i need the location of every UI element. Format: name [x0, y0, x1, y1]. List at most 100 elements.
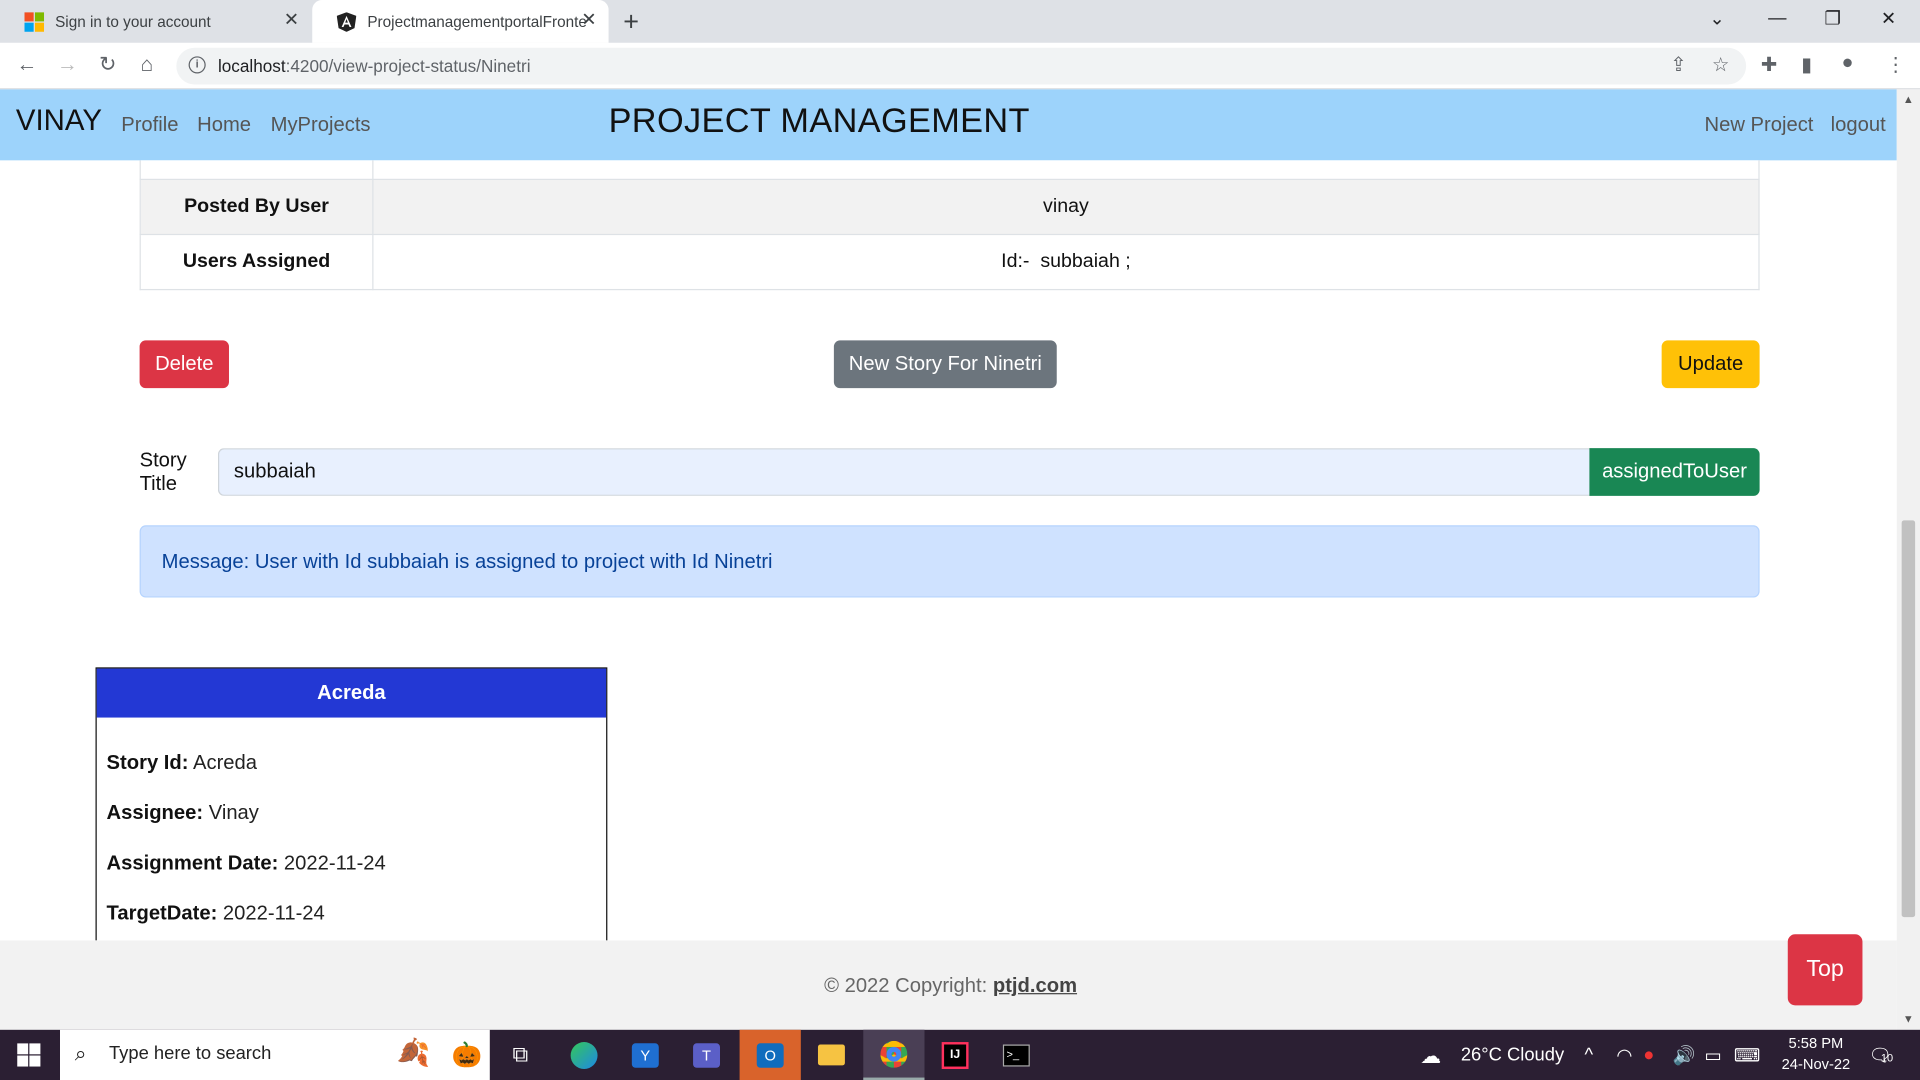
- home-icon[interactable]: ⌂: [133, 53, 160, 77]
- forward-icon[interactable]: →: [54, 53, 81, 77]
- microsoft-logo-icon: [24, 11, 45, 32]
- nav-myprojects[interactable]: MyProjects: [271, 114, 371, 137]
- chevron-up-icon[interactable]: ^: [1585, 1044, 1594, 1065]
- field-value: Acreda: [192, 751, 258, 774]
- table-row: [139, 160, 1760, 181]
- menu-icon[interactable]: ⋮: [1886, 53, 1906, 77]
- browser-tabstrip: Sign in to your account ✕ Projectmanagem…: [0, 0, 1920, 43]
- update-button[interactable]: Update: [1661, 340, 1760, 389]
- keyboard-icon[interactable]: ⌨: [1734, 1044, 1761, 1067]
- minimize-icon[interactable]: —: [1768, 7, 1786, 28]
- field-label: TargetDate:: [106, 902, 218, 925]
- story-field: Assignee: Vinay: [107, 802, 259, 825]
- restore-icon[interactable]: ❐: [1825, 7, 1841, 30]
- table-row: Users Assigned Id:- subbaiah ;: [139, 233, 1760, 291]
- address-bar[interactable]: i localhost:4200/view-project-status/Nin…: [176, 47, 1747, 85]
- assign-to-user-button[interactable]: assignedToUser: [1589, 448, 1760, 496]
- browser-tab-signin[interactable]: Sign in to your account ✕: [0, 0, 311, 43]
- url-text: localhost:4200/view-project-status/Ninet…: [218, 56, 531, 76]
- scroll-down-icon[interactable]: ▼: [1903, 1013, 1914, 1025]
- search-placeholder: Type here to search: [108, 1043, 272, 1065]
- battery-icon[interactable]: ▭: [1705, 1044, 1722, 1067]
- tab-title: ProjectmanagementportalFronte: [367, 12, 587, 31]
- row-value: vinay: [372, 178, 1760, 236]
- label-line: Title: [139, 472, 178, 495]
- story-title-label: Story Title: [140, 449, 187, 496]
- label-line: Story: [139, 449, 187, 472]
- brand[interactable]: VINAY: [16, 104, 102, 138]
- page-title: PROJECT MANAGEMENT: [608, 101, 1030, 140]
- autumn-leaves-icon: 🍂: [396, 1037, 431, 1068]
- clock-time: 5:58 PM: [1788, 1034, 1844, 1052]
- nav-home[interactable]: Home: [197, 114, 251, 137]
- edge-icon[interactable]: [553, 1030, 614, 1080]
- clock-date: 24-Nov-22: [1781, 1055, 1851, 1073]
- windows-taskbar: ⌕ Type here to search 🍂 🎃 ⧉ Y T O IJ >_ …: [0, 1029, 1920, 1080]
- cloud-icon: ☁: [1420, 1044, 1442, 1068]
- row-value: Id:- subbaiah ;: [372, 233, 1760, 291]
- task-view-icon[interactable]: ⧉: [490, 1030, 551, 1080]
- project-details-table: Posted By User vinay Users Assigned Id:-…: [139, 160, 1760, 291]
- story-field: TargetDate: 2022-11-24: [107, 902, 325, 925]
- nav-profile[interactable]: Profile: [121, 114, 178, 137]
- reload-icon[interactable]: ↻: [94, 53, 121, 77]
- row-label: Users Assigned: [139, 233, 374, 291]
- scroll-up-icon[interactable]: ▲: [1903, 93, 1914, 105]
- wifi-icon[interactable]: ◠: [1616, 1044, 1632, 1067]
- teams-icon[interactable]: T: [676, 1030, 737, 1080]
- extensions-icon[interactable]: ✚: [1761, 53, 1777, 77]
- table-row: Posted By User vinay: [139, 178, 1760, 236]
- footer-link[interactable]: ptjd.com: [993, 975, 1077, 997]
- field-label: Assignment Date:: [106, 852, 279, 875]
- tab-title: Sign in to your account: [55, 12, 211, 31]
- volume-icon[interactable]: 🔊: [1673, 1044, 1696, 1067]
- scroll-top-button[interactable]: Top: [1787, 934, 1863, 1006]
- page-scrollbar[interactable]: ▲ ▼: [1896, 89, 1920, 1030]
- scrollbar-thumb[interactable]: [1901, 520, 1916, 918]
- nav-new-project[interactable]: New Project: [1705, 114, 1814, 137]
- url-path: :4200/view-project-status/Ninetri: [285, 56, 531, 76]
- intellij-icon[interactable]: IJ: [924, 1030, 985, 1080]
- tab-search-icon[interactable]: ⌄: [1709, 7, 1724, 30]
- back-icon[interactable]: ←: [13, 53, 40, 77]
- security-alert-icon[interactable]: ●: [1643, 1044, 1654, 1065]
- pumpkin-icon: 🎃: [451, 1042, 483, 1069]
- profile-icon[interactable]: ●: [1842, 53, 1854, 75]
- chrome-icon[interactable]: [863, 1029, 925, 1080]
- share-icon[interactable]: ⇪: [1670, 53, 1686, 77]
- story-title-input[interactable]: [217, 448, 1592, 496]
- story-field: Assignment Date: 2022-11-24: [107, 852, 386, 875]
- outlook-icon[interactable]: O: [739, 1029, 801, 1080]
- yammer-icon[interactable]: Y: [615, 1030, 676, 1080]
- close-tab-icon[interactable]: ✕: [282, 10, 302, 31]
- browser-tab-app[interactable]: ProjectmanagementportalFronte ✕: [312, 0, 609, 43]
- search-icon: ⌕: [74, 1042, 87, 1066]
- app-navbar: VINAY Profile Home MyProjects PROJECT MA…: [0, 89, 1897, 161]
- field-value: Vinay: [208, 802, 259, 825]
- close-window-icon[interactable]: ✕: [1881, 7, 1896, 30]
- nav-logout[interactable]: logout: [1831, 114, 1886, 137]
- close-tab-icon[interactable]: ✕: [579, 10, 599, 31]
- delete-button[interactable]: Delete: [139, 340, 229, 389]
- copyright-text: © 2022 Copyright:: [824, 974, 988, 997]
- taskbar-search[interactable]: ⌕ Type here to search 🍂 🎃: [60, 1029, 490, 1080]
- windows-start-icon[interactable]: [17, 1043, 41, 1067]
- copyright: © 2022 Copyright: ptjd.com: [824, 975, 1077, 998]
- file-explorer-icon[interactable]: [801, 1030, 862, 1080]
- notifications-icon[interactable]: 🗨 10: [1869, 1044, 1894, 1067]
- main-content: Posted By User vinay Users Assigned Id:-…: [0, 160, 1897, 941]
- notification-count: 10: [1880, 1051, 1894, 1065]
- bookmark-star-icon[interactable]: ☆: [1712, 53, 1730, 77]
- site-info-icon[interactable]: i: [188, 56, 206, 74]
- url-host: localhost: [217, 56, 286, 76]
- story-field: Story Id: Acreda: [107, 752, 257, 775]
- new-tab-icon[interactable]: +: [623, 6, 639, 38]
- terminal-icon[interactable]: >_: [986, 1030, 1047, 1080]
- row-label: Posted By User: [139, 178, 374, 236]
- new-story-button[interactable]: New Story For Ninetri: [833, 340, 1057, 389]
- weather-text[interactable]: 26°C Cloudy: [1461, 1044, 1564, 1065]
- story-card: Acreda Story Id: Acreda Assignee: Vinay …: [95, 667, 608, 941]
- side-panel-icon[interactable]: ▮: [1801, 53, 1812, 77]
- clock[interactable]: 5:58 PM 24-Nov-22: [1773, 1033, 1859, 1075]
- browser-toolbar: ← → ↻ ⌂ i localhost:4200/view-project-st…: [0, 42, 1920, 90]
